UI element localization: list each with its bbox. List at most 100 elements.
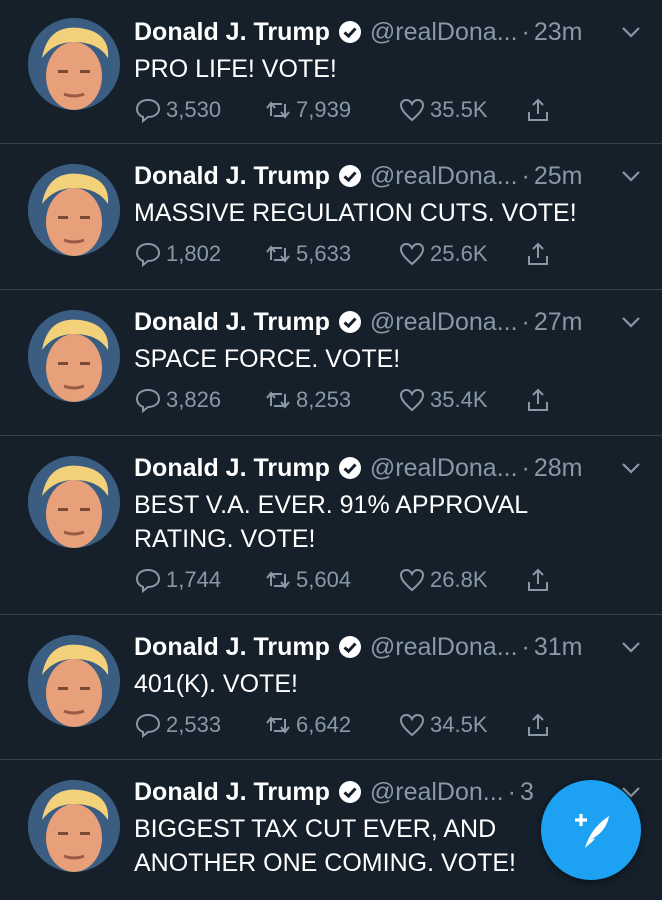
tweet-actions: 1,744 5,604 26.8K [134, 564, 574, 596]
retweet-icon [266, 391, 290, 409]
avatar[interactable] [28, 18, 120, 110]
tweet[interactable]: Donald J. Trump @realDona... · 25m MASSI… [0, 144, 662, 290]
handle[interactable]: @realDona... [370, 308, 518, 337]
tweet-actions: 3,530 7,939 35.5K [134, 94, 574, 126]
share-button[interactable] [524, 96, 564, 124]
retweet-button[interactable]: 7,939 [264, 96, 398, 124]
reply-icon [135, 242, 161, 268]
timeline-feed: Donald J. Trump @realDona... · 23m PRO L… [0, 0, 662, 900]
tweet-text: MASSIVE REGULATION CUTS. VOTE! [134, 199, 577, 227]
heart-icon [399, 713, 425, 737]
separator-dot: · [521, 161, 530, 190]
display-name[interactable]: Donald J. Trump [134, 778, 330, 807]
handle[interactable]: @realDon... [370, 778, 504, 807]
timestamp[interactable]: 3 [520, 778, 534, 807]
display-name[interactable]: Donald J. Trump [134, 162, 330, 191]
like-button[interactable]: 35.4K [398, 386, 524, 414]
share-icon [528, 713, 548, 736]
like-count: 26.8K [430, 567, 488, 592]
retweet-count: 5,604 [296, 567, 352, 592]
separator-dot: · [521, 453, 530, 482]
timestamp[interactable]: 23m [534, 18, 583, 47]
share-icon [528, 568, 548, 591]
tweet[interactable]: Donald J. Trump @realDona... · 27m SPACE… [0, 290, 662, 436]
timestamp[interactable]: 25m [534, 162, 583, 191]
separator-dot: · [521, 17, 530, 46]
verified-badge-icon [338, 311, 361, 333]
like-count: 34.5K [430, 712, 488, 737]
handle[interactable]: @realDona... [370, 633, 518, 662]
retweet-count: 7,939 [296, 97, 352, 122]
handle[interactable]: @realDona... [370, 162, 518, 191]
share-button[interactable] [524, 711, 564, 739]
verified-badge-icon [338, 636, 361, 658]
separator-dot: · [521, 632, 530, 661]
display-name[interactable]: Donald J. Trump [134, 633, 330, 662]
chevron-down-icon[interactable] [620, 21, 642, 43]
chevron-down-icon[interactable] [620, 311, 642, 333]
chevron-down-icon[interactable] [620, 457, 642, 479]
separator-dot: · [507, 777, 516, 806]
display-name[interactable]: Donald J. Trump [134, 308, 330, 337]
compose-tweet-icon [575, 814, 609, 848]
display-name[interactable]: Donald J. Trump [134, 18, 330, 47]
retweet-button[interactable]: 5,604 [264, 566, 398, 594]
share-button[interactable] [524, 240, 564, 268]
like-button[interactable]: 25.6K [398, 240, 524, 268]
retweet-button[interactable]: 8,253 [264, 386, 398, 414]
avatar[interactable] [28, 310, 120, 402]
tweet-text: SPACE FORCE. VOTE! [134, 345, 401, 373]
tweet-text: BEST V.A. EVER. 91% APPROVAL RATING. VOT… [134, 491, 528, 553]
retweet-count: 5,633 [296, 241, 352, 266]
avatar[interactable] [28, 635, 120, 727]
reply-button[interactable]: 3,530 [134, 96, 264, 124]
heart-icon [399, 98, 425, 122]
reply-icon [135, 713, 161, 739]
separator-dot: · [521, 307, 530, 336]
reply-button[interactable]: 3,826 [134, 386, 264, 414]
tweet-header: Donald J. Trump @realDona... · 31m [134, 629, 642, 665]
tweet-header: Donald J. Trump @realDona... · 23m [134, 14, 642, 50]
handle[interactable]: @realDona... [370, 18, 518, 47]
chevron-down-icon[interactable] [620, 165, 642, 187]
timestamp[interactable]: 31m [534, 633, 583, 662]
timestamp[interactable]: 27m [534, 308, 583, 337]
timestamp[interactable]: 28m [534, 454, 583, 483]
like-button[interactable]: 34.5K [398, 711, 524, 739]
tweet-actions: 3,826 8,253 35.4K [134, 384, 574, 416]
share-button[interactable] [524, 386, 564, 414]
tweet-text: BIGGEST TAX CUT EVER, AND ANOTHER ONE CO… [134, 815, 516, 877]
reply-count: 2,533 [166, 712, 222, 737]
avatar[interactable] [28, 780, 120, 872]
like-button[interactable]: 35.5K [398, 96, 524, 124]
avatar[interactable] [28, 164, 120, 256]
reply-button[interactable]: 1,802 [134, 240, 264, 268]
reply-count: 1,744 [166, 567, 222, 592]
retweet-icon [266, 571, 290, 589]
tweet-text: 401(K). VOTE! [134, 670, 298, 698]
share-button[interactable] [524, 566, 564, 594]
display-name[interactable]: Donald J. Trump [134, 454, 330, 483]
tweet[interactable]: Donald J. Trump @realDona... · 23m PRO L… [0, 0, 662, 144]
tweet-header: Donald J. Trump @realDona... · 25m [134, 158, 642, 194]
chevron-down-icon[interactable] [620, 636, 642, 658]
reply-button[interactable]: 2,533 [134, 711, 264, 739]
heart-icon [399, 388, 425, 412]
heart-icon [399, 568, 425, 592]
tweet-text: PRO LIFE! VOTE! [134, 55, 337, 83]
retweet-button[interactable]: 5,633 [264, 240, 398, 268]
retweet-icon [266, 716, 290, 734]
tweet[interactable]: Donald J. Trump @realDona... · 28m BEST … [0, 436, 662, 615]
share-icon [528, 98, 548, 121]
reply-button[interactable]: 1,744 [134, 566, 264, 594]
verified-badge-icon [338, 165, 361, 187]
avatar[interactable] [28, 456, 120, 548]
verified-badge-icon [338, 457, 361, 479]
like-count: 25.6K [430, 241, 488, 266]
handle[interactable]: @realDona... [370, 454, 518, 483]
compose-tweet-button[interactable] [541, 780, 641, 880]
retweet-button[interactable]: 6,642 [264, 711, 398, 739]
heart-icon [399, 242, 425, 266]
tweet[interactable]: Donald J. Trump @realDona... · 31m 401(K… [0, 615, 662, 760]
like-button[interactable]: 26.8K [398, 566, 524, 594]
